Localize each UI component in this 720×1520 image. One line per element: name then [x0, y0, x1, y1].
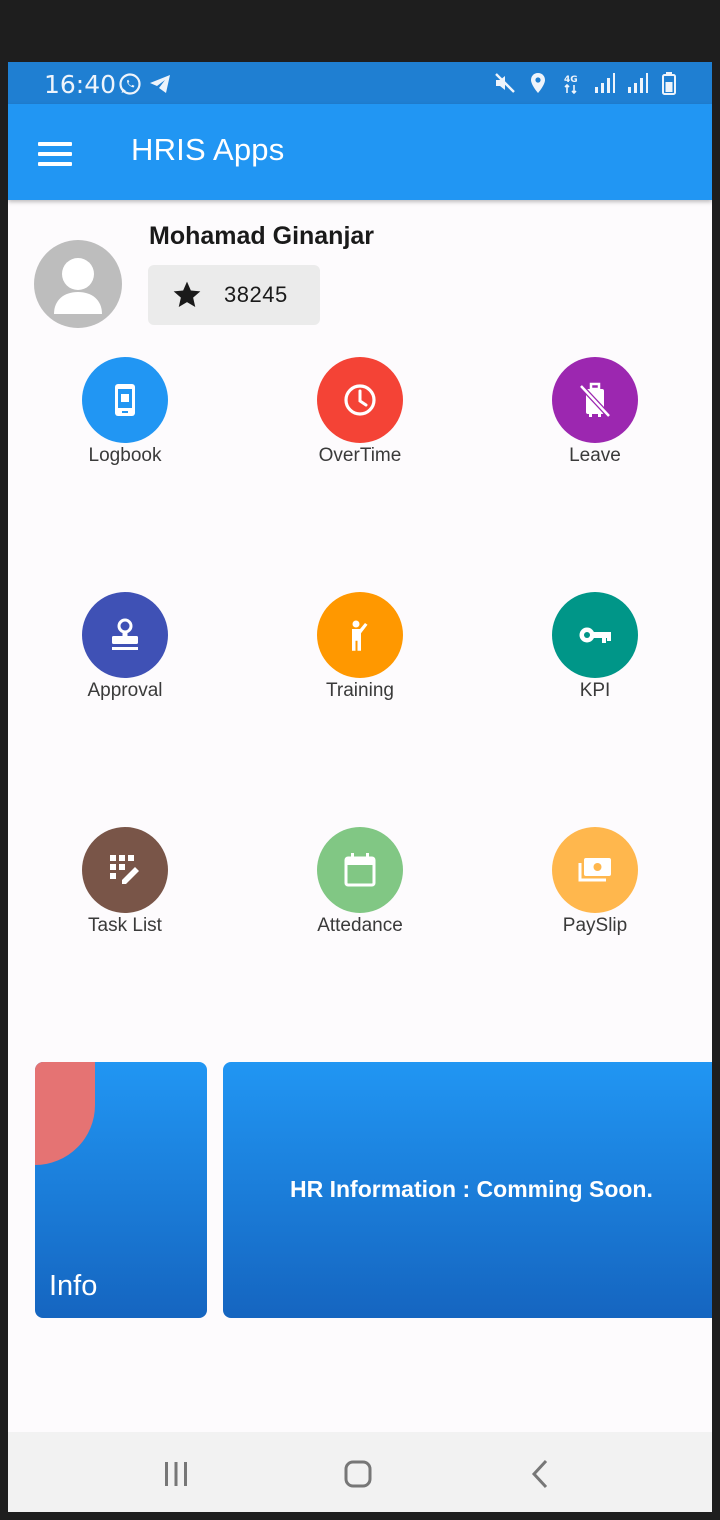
device-frame: 16:40 4G HRIS Apps Mohamad Ginanjar 3824…	[0, 0, 720, 1520]
payslip-circle	[552, 827, 638, 913]
status-system-icons: 4G	[493, 71, 682, 95]
menu-task-list[interactable]: Task List	[45, 827, 205, 947]
info-card[interactable]: Info	[35, 1062, 207, 1318]
clock-icon	[344, 384, 376, 416]
menu-attendance[interactable]: Attedance	[280, 827, 440, 947]
training-circle	[317, 592, 403, 678]
menu-label: Attedance	[317, 915, 403, 936]
points-chip[interactable]: 38245	[148, 265, 320, 325]
person-icon	[54, 258, 102, 314]
signal-icon	[595, 73, 615, 93]
menu-leave[interactable]: Leave	[515, 357, 675, 477]
points-value: 38245	[224, 282, 288, 307]
hr-information-card[interactable]: HR Information : Comming Soon.	[223, 1062, 712, 1318]
attendance-circle	[317, 827, 403, 913]
telegram-icon	[150, 75, 170, 93]
menu-logbook[interactable]: Logbook	[45, 357, 205, 477]
logbook-circle	[82, 357, 168, 443]
menu-approval[interactable]: Approval	[45, 592, 205, 712]
grid-pencil-icon	[110, 855, 139, 884]
hamburger-menu-icon[interactable]	[38, 142, 72, 166]
menu-label: KPI	[579, 680, 611, 701]
info-accent-shape	[35, 1062, 95, 1165]
key-icon	[579, 627, 611, 643]
menu-label: Approval	[87, 680, 163, 701]
menu-label: Leave	[569, 445, 621, 466]
avatar[interactable]	[34, 240, 122, 328]
overtime-circle	[317, 357, 403, 443]
no-luggage-icon	[579, 382, 611, 418]
phone-book-icon	[115, 384, 135, 416]
menu-label: OverTime	[318, 445, 402, 466]
recent-apps-icon[interactable]	[156, 1454, 196, 1494]
status-bar: 16:40 4G	[8, 62, 712, 104]
menu-overtime[interactable]: OverTime	[280, 357, 440, 477]
menu-label: Task List	[88, 915, 162, 936]
4g-data-icon: 4G	[564, 75, 578, 95]
payments-icon	[578, 858, 611, 882]
menu-training[interactable]: Training	[280, 592, 440, 712]
app-bar: HRIS Apps	[8, 104, 712, 200]
kpi-circle	[552, 592, 638, 678]
info-card-label: Info	[49, 1270, 98, 1302]
menu-payslip[interactable]: PaySlip	[515, 827, 675, 947]
calendar-icon	[344, 853, 376, 887]
svg-text:4G: 4G	[564, 75, 578, 85]
hr-information-text: HR Information : Comming Soon.	[290, 1176, 653, 1202]
leave-circle	[552, 357, 638, 443]
menu-label: Logbook	[88, 445, 162, 466]
home-icon[interactable]	[338, 1454, 378, 1494]
status-time: 16:40	[44, 70, 117, 99]
system-nav-bar	[8, 1432, 712, 1512]
star-icon	[173, 281, 201, 307]
location-icon	[531, 73, 545, 93]
status-notification-icons	[118, 72, 172, 96]
menu-kpi[interactable]: KPI	[515, 592, 675, 712]
whatsapp-icon	[119, 73, 141, 95]
battery-icon	[662, 72, 676, 95]
approval-circle	[82, 592, 168, 678]
person-raising-hand-icon	[352, 620, 368, 651]
user-name: Mohamad Ginanjar	[149, 222, 375, 250]
stamp-icon	[112, 618, 138, 650]
app-screen: 16:40 4G HRIS Apps Mohamad Ginanjar 3824…	[8, 62, 712, 1512]
task-list-circle	[82, 827, 168, 913]
app-title: HRIS Apps	[131, 132, 285, 167]
mute-icon	[495, 73, 515, 93]
menu-label: Training	[326, 680, 394, 701]
signal-icon	[628, 73, 648, 93]
menu-label: PaySlip	[562, 915, 628, 936]
back-icon[interactable]	[521, 1454, 561, 1494]
